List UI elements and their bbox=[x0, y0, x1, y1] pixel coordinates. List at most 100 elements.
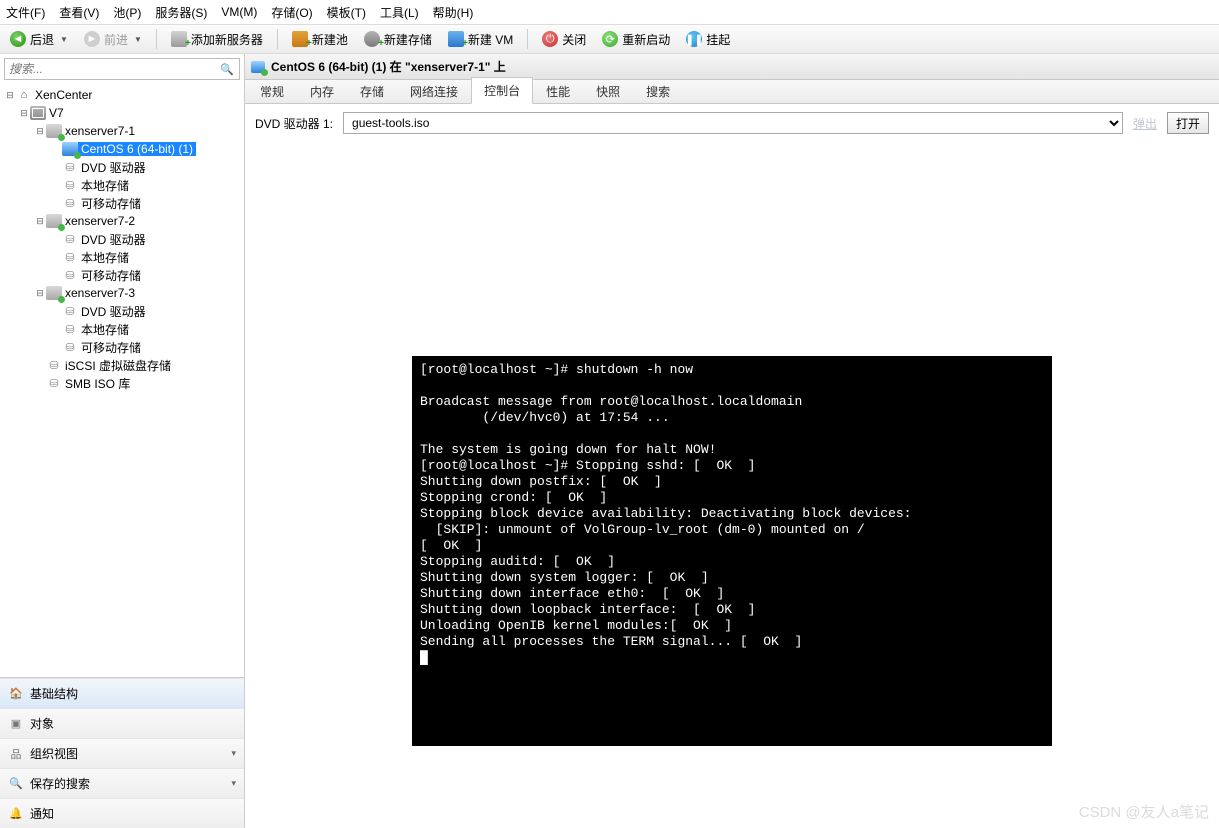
tree-item[interactable]: ⛁DVD 驱动器 bbox=[0, 158, 244, 176]
new-vm-button[interactable]: 新建 VM bbox=[442, 29, 519, 50]
add-server-button[interactable]: 添加新服务器 bbox=[165, 29, 269, 50]
tree-label: 可移动存储 bbox=[78, 339, 144, 356]
toggle-icon[interactable]: ⊟ bbox=[34, 126, 46, 137]
tree-label: CentOS 6 (64-bit) (1) bbox=[78, 142, 196, 156]
detail-panel: CentOS 6 (64-bit) (1) 在 "xenserver7-1" 上… bbox=[245, 54, 1219, 828]
new-vm-icon bbox=[448, 31, 464, 47]
chevron-down-icon: ▾ bbox=[231, 778, 236, 789]
menu-view[interactable]: 查看(V) bbox=[59, 4, 99, 21]
tree-label: 本地存储 bbox=[78, 249, 132, 266]
shutdown-label: 关闭 bbox=[562, 31, 586, 48]
tree-item[interactable]: ⛁DVD 驱动器 bbox=[0, 302, 244, 320]
tab-content-console: DVD 驱动器 1: guest-tools.iso 弹出 打开 [root@l… bbox=[245, 104, 1219, 828]
suspend-button[interactable]: ❚❚ 挂起 bbox=[680, 29, 736, 50]
menu-pool[interactable]: 池(P) bbox=[113, 4, 141, 21]
toolbar: ◄ 后退 ▼ ► 前进 ▼ 添加新服务器 新建池 新建存储 新建 VM ⏻ 关闭… bbox=[0, 24, 1219, 54]
tab-5[interactable]: 性能 bbox=[533, 78, 583, 104]
nav-tree[interactable]: ⊟⌂XenCenter⊟V7⊟xenserver7-1CentOS 6 (64-… bbox=[0, 84, 244, 677]
new-pool-button[interactable]: 新建池 bbox=[286, 29, 354, 50]
menu-tools[interactable]: 工具(L) bbox=[380, 4, 419, 21]
tab-7[interactable]: 搜索 bbox=[633, 78, 683, 104]
vm-icon bbox=[62, 142, 78, 156]
tree-host-1[interactable]: ⊟xenserver7-2 bbox=[0, 212, 244, 230]
storage-icon: ⛁ bbox=[62, 250, 78, 264]
menu-file[interactable]: 文件(F) bbox=[6, 4, 45, 21]
nav-org-views[interactable]: 品 组织视图 ▾ bbox=[0, 738, 244, 768]
chevron-down-icon: ▼ bbox=[60, 35, 68, 44]
power-icon: ⏻ bbox=[542, 31, 558, 47]
tree-item[interactable]: CentOS 6 (64-bit) (1) bbox=[0, 140, 244, 158]
separator bbox=[156, 29, 157, 49]
new-vm-label: 新建 VM bbox=[468, 31, 513, 48]
search-input[interactable] bbox=[9, 62, 219, 76]
tree-item[interactable]: ⛁可移动存储 bbox=[0, 194, 244, 212]
tree-pool[interactable]: ⊟V7 bbox=[0, 104, 244, 122]
new-pool-icon bbox=[292, 31, 308, 47]
eject-link[interactable]: 弹出 bbox=[1133, 115, 1157, 132]
new-pool-label: 新建池 bbox=[312, 31, 348, 48]
tree-label: DVD 驱动器 bbox=[78, 231, 149, 248]
add-server-label: 添加新服务器 bbox=[191, 31, 263, 48]
tree-item[interactable]: ⛁SMB ISO 库 bbox=[0, 374, 244, 392]
nav-notifications[interactable]: 🔔 通知 bbox=[0, 798, 244, 828]
tree-label: iSCSI 虚拟磁盘存储 bbox=[62, 357, 174, 374]
search-box[interactable]: 🔍 bbox=[4, 58, 240, 80]
tree-label: xenserver7-1 bbox=[62, 124, 138, 138]
menu-template[interactable]: 模板(T) bbox=[327, 4, 366, 21]
tree-root[interactable]: ⊟⌂XenCenter bbox=[0, 86, 244, 104]
nav-saved-searches[interactable]: 🔍 保存的搜索 ▾ bbox=[0, 768, 244, 798]
tree-item[interactable]: ⛁本地存储 bbox=[0, 248, 244, 266]
nav-infrastructure[interactable]: 🏠 基础结构 bbox=[0, 678, 244, 708]
menu-bar: 文件(F) 查看(V) 池(P) 服务器(S) VM(M) 存储(O) 模板(T… bbox=[0, 0, 1219, 24]
tree-host-0[interactable]: ⊟ xenserver7-1 bbox=[0, 122, 244, 140]
menu-server[interactable]: 服务器(S) bbox=[155, 4, 207, 21]
reboot-button[interactable]: ⟳ 重新启动 bbox=[596, 29, 676, 50]
tab-2[interactable]: 存储 bbox=[347, 78, 397, 104]
tab-0[interactable]: 常规 bbox=[247, 78, 297, 104]
open-button[interactable]: 打开 bbox=[1167, 112, 1209, 134]
pool-icon bbox=[30, 106, 46, 120]
pause-icon: ❚❚ bbox=[686, 31, 702, 47]
tree-host-2[interactable]: ⊟ xenserver7-3 bbox=[0, 284, 244, 302]
tree-item[interactable]: ⛁可移动存储 bbox=[0, 338, 244, 356]
nav-objects[interactable]: ▣ 对象 bbox=[0, 708, 244, 738]
toggle-icon[interactable]: ⊟ bbox=[34, 216, 46, 227]
storage-icon: ⛁ bbox=[62, 178, 78, 192]
tree-item[interactable]: ⛁可移动存储 bbox=[0, 266, 244, 284]
toggle-icon[interactable]: ⊟ bbox=[34, 288, 46, 299]
tree-label: DVD 驱动器 bbox=[78, 159, 149, 176]
storage-icon: ⛁ bbox=[62, 322, 78, 336]
search-icon[interactable]: 🔍 bbox=[219, 61, 235, 77]
add-server-icon bbox=[171, 31, 187, 47]
tree-item[interactable]: ⛁iSCSI 虚拟磁盘存储 bbox=[0, 356, 244, 374]
menu-vm[interactable]: VM(M) bbox=[221, 5, 257, 19]
home-icon: ⌂ bbox=[16, 88, 32, 102]
toggle-icon[interactable]: ⊟ bbox=[18, 108, 30, 119]
nav-label: 通知 bbox=[30, 805, 54, 822]
tree-label: xenserver7-3 bbox=[62, 286, 138, 300]
new-storage-button[interactable]: 新建存储 bbox=[358, 29, 438, 50]
storage-icon: ⛁ bbox=[46, 358, 62, 372]
forward-button[interactable]: ► 前进 ▼ bbox=[78, 29, 148, 50]
shutdown-button[interactable]: ⏻ 关闭 bbox=[536, 29, 592, 50]
tree-item[interactable]: ⛁本地存储 bbox=[0, 176, 244, 194]
nav-label: 组织视图 bbox=[30, 745, 78, 762]
tree-item[interactable]: ⛁DVD 驱动器 bbox=[0, 230, 244, 248]
tab-4[interactable]: 控制台 bbox=[471, 77, 533, 104]
storage-icon: ⛁ bbox=[62, 160, 78, 174]
separator bbox=[277, 29, 278, 49]
menu-help[interactable]: 帮助(H) bbox=[433, 4, 474, 21]
tab-1[interactable]: 内存 bbox=[297, 78, 347, 104]
bottom-nav: 🏠 基础结构 ▣ 对象 品 组织视图 ▾ 🔍 保存的搜索 ▾ 🔔 通知 bbox=[0, 677, 244, 828]
tree-item[interactable]: ⛁本地存储 bbox=[0, 320, 244, 338]
vm-console[interactable]: [root@localhost ~]# shutdown -h now Broa… bbox=[412, 356, 1052, 746]
dvd-drive-select[interactable]: guest-tools.iso bbox=[343, 112, 1123, 134]
tree-label: 本地存储 bbox=[78, 177, 132, 194]
tree-label: SMB ISO 库 bbox=[62, 375, 133, 392]
tree-label: 本地存储 bbox=[78, 321, 132, 338]
tab-6[interactable]: 快照 bbox=[583, 78, 633, 104]
back-button[interactable]: ◄ 后退 ▼ bbox=[4, 29, 74, 50]
toggle-icon[interactable]: ⊟ bbox=[4, 90, 16, 101]
menu-storage[interactable]: 存储(O) bbox=[271, 4, 312, 21]
tab-3[interactable]: 网络连接 bbox=[397, 78, 471, 104]
